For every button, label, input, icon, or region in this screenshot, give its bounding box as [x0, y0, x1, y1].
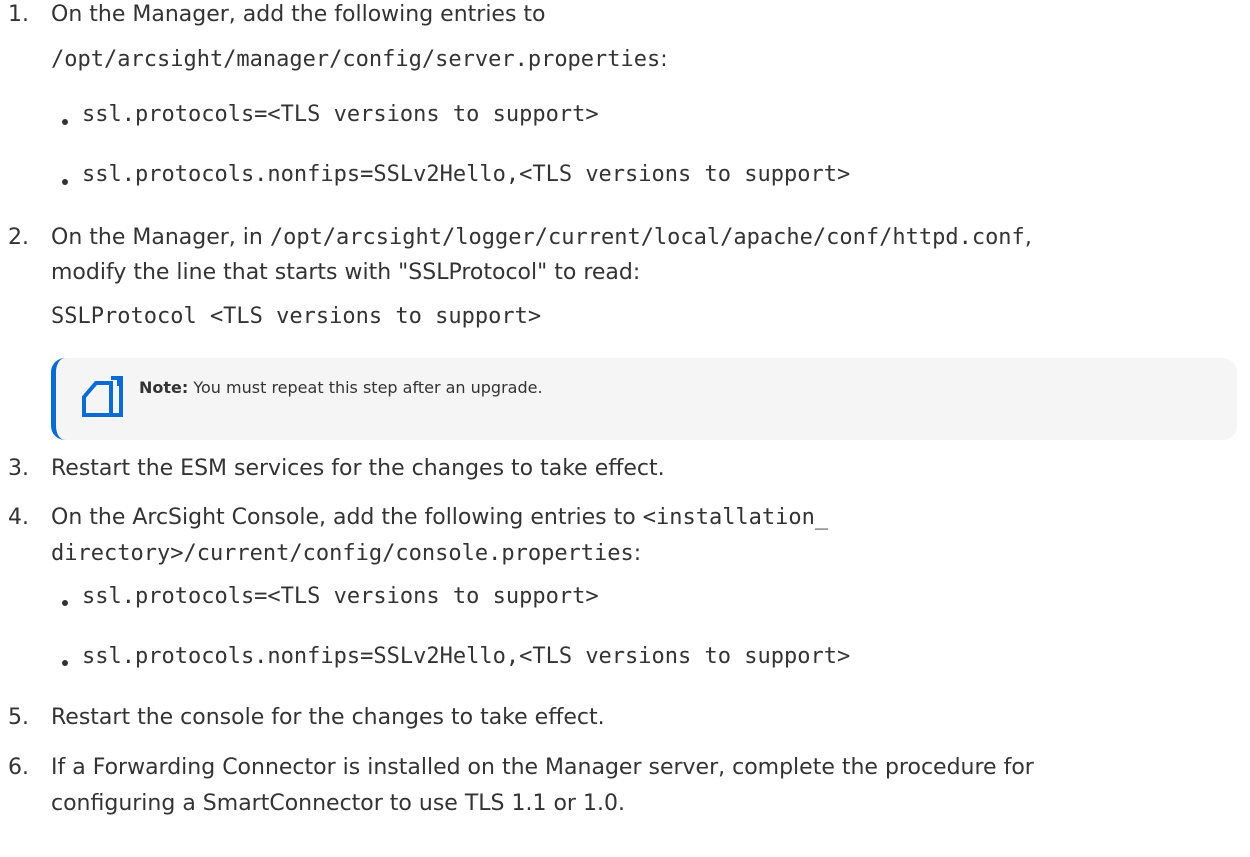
- file-path: /opt/arcsight/manager/config/server.prop…: [51, 47, 661, 72]
- punctuation: ,: [1024, 225, 1032, 250]
- file-path: <installation_: [642, 505, 829, 530]
- file-path: directory>/current/config/console.proper…: [51, 541, 634, 566]
- config-entry: ssl.protocols=<TLS versions to support>: [82, 102, 599, 127]
- step-number: 6.: [8, 755, 29, 780]
- step-number: 5.: [8, 705, 29, 730]
- code-line: SSLProtocol <TLS versions to support>: [51, 304, 542, 329]
- note-icon: [82, 376, 123, 417]
- note-text: Note: You must repeat this step after an…: [139, 378, 543, 397]
- config-entry: ssl.protocols.nonfips=SSLv2Hello,<TLS ve…: [82, 644, 851, 669]
- step-text: On the Manager, in: [51, 225, 270, 250]
- config-entry: ssl.protocols=<TLS versions to support>: [82, 584, 599, 609]
- bullet-dot: [62, 179, 68, 185]
- step-text: modify the line that starts with "SSLPro…: [51, 260, 641, 285]
- step-number: 2.: [8, 225, 29, 250]
- step-number: 4.: [8, 505, 29, 530]
- note-box: Note: You must repeat this step after an…: [51, 358, 1237, 440]
- step-text: configuring a SmartConnector to use TLS …: [51, 791, 625, 816]
- step-text: On the Manager, add the following entrie…: [51, 2, 546, 27]
- punctuation: :: [660, 47, 668, 72]
- step-number: 1.: [8, 2, 29, 27]
- punctuation: :: [633, 541, 642, 566]
- step-text: If a Forwarding Connector is installed o…: [51, 755, 1034, 780]
- bullet-dot: [62, 600, 68, 606]
- bullet-dot: [62, 660, 68, 666]
- step-number: 3.: [8, 456, 29, 481]
- file-path: /opt/arcsight/logger/current/local/apach…: [269, 225, 1025, 250]
- step-text: Restart the console for the changes to t…: [51, 705, 605, 730]
- step-text: Restart the ESM services for the changes…: [51, 456, 665, 481]
- bullet-dot: [62, 119, 68, 125]
- note-label: Note:: [139, 378, 189, 397]
- config-entry: ssl.protocols.nonfips=SSLv2Hello,<TLS ve…: [82, 162, 851, 187]
- step-text: On the ArcSight Console, add the followi…: [51, 505, 643, 530]
